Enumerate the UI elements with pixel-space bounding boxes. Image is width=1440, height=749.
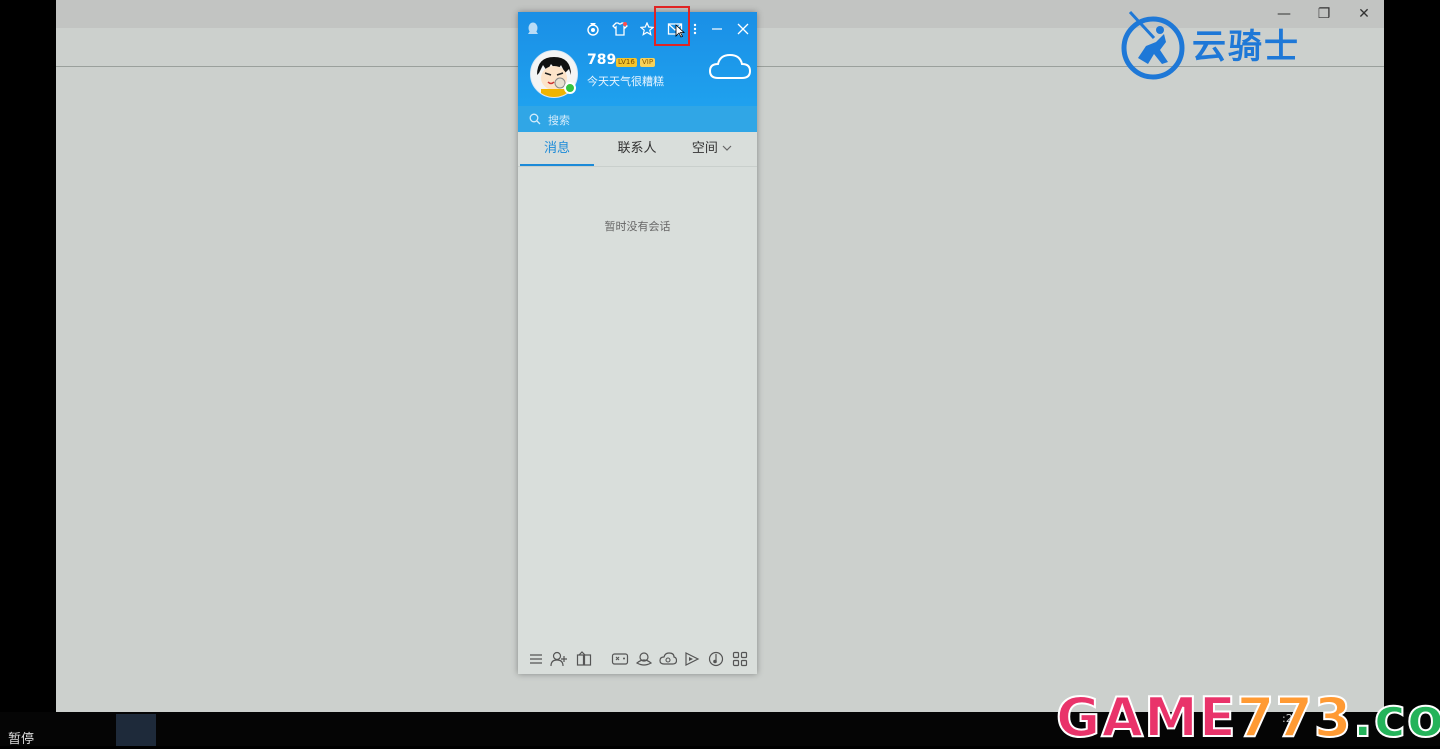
qq-main-window: 789 LV16 VIP 今天天气很糟糕 消息 联系人 空间 暂时没有会话 — [518, 6, 757, 674]
yunqishi-watermark: 云骑士 — [1120, 6, 1300, 80]
taskbar-app-button[interactable] — [116, 714, 156, 746]
watermark-part-773: 773 — [1236, 686, 1353, 749]
signature[interactable]: 今天天气很糟糕 — [587, 73, 664, 89]
search-icon — [529, 113, 541, 125]
tab-contacts[interactable]: 联系人 — [600, 132, 674, 166]
qq-header: 789 LV16 VIP 今天天气很糟糕 — [518, 6, 757, 106]
watermark-part-com: .com — [1351, 686, 1440, 749]
online-status-icon[interactable] — [564, 82, 576, 94]
host-restore-button[interactable]: ❐ — [1304, 4, 1344, 24]
yunqishi-text: 云骑士 — [1192, 26, 1300, 67]
cloud-storage-icon[interactable] — [659, 650, 677, 668]
bottom-toolbar — [518, 642, 757, 674]
video-play-icon[interactable] — [683, 650, 701, 668]
host-close-button[interactable]: ✕ — [1344, 4, 1384, 24]
more-menu-icon[interactable] — [686, 18, 704, 40]
chevron-down-icon — [722, 145, 732, 151]
knight-logo-icon — [1121, 10, 1185, 80]
add-friend-icon[interactable] — [550, 650, 568, 668]
level-badge[interactable]: LV16 — [616, 58, 637, 67]
tab-space-label: 空间 — [691, 141, 718, 156]
close-icon[interactable] — [732, 18, 754, 40]
music-icon[interactable] — [707, 650, 725, 668]
tab-space[interactable]: 空间 — [682, 132, 742, 166]
weather-cloud-icon[interactable] — [708, 52, 752, 82]
skin-shirt-icon[interactable] — [609, 18, 631, 40]
app-grid-icon[interactable] — [731, 650, 749, 668]
game773-watermark: GAME773.com — [1055, 689, 1440, 747]
active-tab-underline — [520, 164, 594, 166]
mouse-cursor-icon — [675, 24, 685, 38]
pause-label: 暂停 — [8, 732, 35, 747]
watermark-part-game: GAME — [1055, 686, 1237, 749]
qq-penguin-icon[interactable] — [522, 18, 544, 40]
vip-badge[interactable]: VIP — [640, 58, 656, 67]
empty-conversation-message: 暂时没有会话 — [604, 220, 671, 233]
minimize-icon[interactable] — [706, 18, 728, 40]
main-menu-icon[interactable] — [527, 650, 545, 668]
search-input[interactable] — [546, 110, 750, 130]
tab-messages[interactable]: 消息 — [520, 132, 594, 166]
main-tabs: 消息 联系人 空间 — [518, 132, 757, 167]
medal-icon[interactable] — [582, 18, 604, 40]
pet-icon[interactable] — [635, 650, 653, 668]
game-icon[interactable] — [611, 650, 629, 668]
search-bar[interactable] — [518, 106, 757, 132]
nickname[interactable]: 789 — [587, 52, 616, 68]
apps-manager-icon[interactable] — [575, 650, 593, 668]
